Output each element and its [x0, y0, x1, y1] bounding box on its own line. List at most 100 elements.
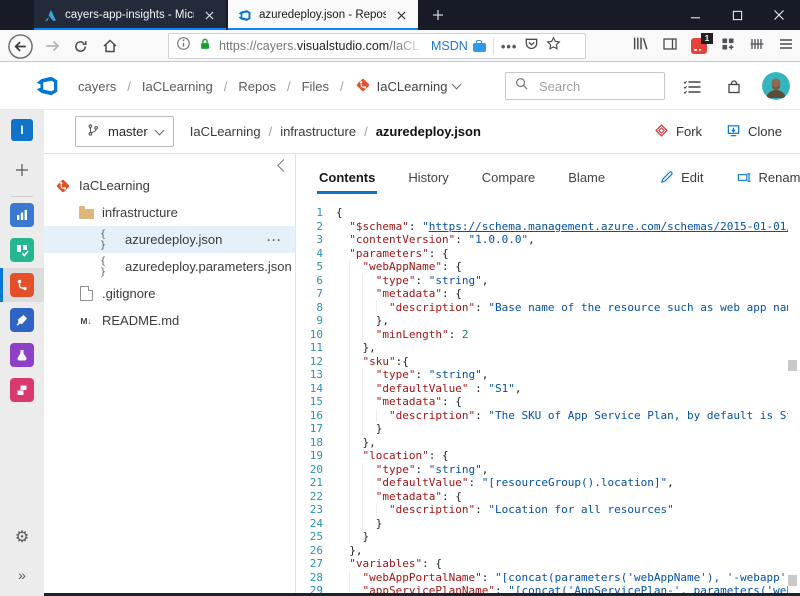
code-token: "string" — [428, 462, 482, 476]
tree-item-azuredeploy-parameters-json[interactable]: { } azuredeploy.parameters.json — [44, 253, 295, 280]
pocket-icon[interactable] — [524, 36, 539, 56]
tree-item--gitignore[interactable]: .gitignore — [44, 280, 295, 307]
code-token: " — [422, 219, 429, 233]
sidebar-item-boards[interactable] — [0, 233, 44, 267]
sidebar-item-test-plans[interactable] — [0, 338, 44, 372]
code-text: "variables": { — [336, 557, 442, 571]
repo-selector[interactable]: IaCLearning — [355, 77, 462, 96]
code-token: "type" — [375, 273, 416, 287]
extension-icon-red[interactable]: 1 — [691, 33, 713, 54]
clone-button[interactable]: Clone — [726, 123, 782, 141]
collapse-tree-icon[interactable] — [277, 159, 290, 172]
code-text: "webAppName": { — [336, 260, 462, 274]
project-tile[interactable]: I — [11, 119, 33, 141]
branch-selector[interactable]: master — [75, 116, 174, 147]
fork-button[interactable]: Fork — [654, 123, 702, 141]
bookmark-star-icon[interactable] — [546, 36, 562, 56]
line-number: 29 — [309, 584, 323, 593]
chevron-down-icon — [452, 79, 462, 90]
forward-button[interactable] — [38, 32, 66, 60]
back-button[interactable] — [6, 32, 34, 60]
path-segment[interactable]: IaCLearning — [190, 124, 261, 139]
sidebar-item-artifacts[interactable] — [0, 373, 44, 407]
schema-url-link[interactable]: https://schema.management.azure.com/sche… — [429, 220, 788, 233]
sidebar-item-overview[interactable] — [0, 198, 44, 232]
breadcrumb-item[interactable]: Repos — [238, 79, 276, 94]
line-number: 26 — [309, 543, 323, 557]
extension-icon-fence[interactable] — [749, 36, 765, 57]
menu-hamburger-icon[interactable] — [778, 36, 794, 57]
browser-tab-active[interactable]: azuredeploy.json - Repos — [228, 0, 418, 30]
rename-button[interactable]: Rename — [737, 170, 800, 185]
page-info-icon[interactable] — [176, 36, 191, 56]
breadcrumb-item[interactable]: IaCLearning — [142, 79, 213, 94]
code-token: : { — [422, 557, 442, 570]
marketplace-bag-icon[interactable] — [724, 77, 744, 97]
code-token: "type" — [375, 462, 416, 476]
tab-history[interactable]: History — [408, 170, 448, 185]
sidebar-item-repos[interactable] — [0, 268, 44, 302]
devops-sidebar: I ⚙ » — [0, 110, 44, 596]
edit-button[interactable]: Edit — [659, 170, 704, 185]
close-button[interactable] — [758, 0, 800, 30]
code-token: "appServicePlanName" — [362, 584, 495, 593]
add-button[interactable] — [15, 163, 29, 182]
markdown-icon: M↓ — [77, 316, 95, 326]
tab-close-icon[interactable] — [393, 7, 409, 23]
tab-contents[interactable]: Contents — [316, 170, 378, 194]
code-line: 17 } — [297, 422, 788, 436]
code-line: 18 }, — [297, 435, 788, 449]
code-token: } — [336, 422, 383, 435]
code-token: "string" — [428, 368, 482, 381]
indent-guide — [362, 273, 364, 287]
settings-gear-icon[interactable]: ⚙ — [0, 524, 44, 550]
scrollbar-bottom-block[interactable] — [788, 575, 797, 586]
work-items-icon[interactable] — [682, 77, 702, 97]
indent-guide — [349, 422, 351, 436]
tree-item-infrastructure[interactable]: infrastructure — [44, 199, 295, 226]
search-box[interactable] — [505, 72, 665, 100]
sidebar-panel-icon[interactable] — [662, 36, 678, 57]
tab-compare[interactable]: Compare — [482, 170, 535, 185]
https-lock-icon[interactable] — [198, 37, 212, 56]
sidebar-expand-icon[interactable]: » — [0, 564, 44, 586]
code-line: 15 "metadata": { — [297, 395, 788, 409]
tree-item-readme-md[interactable]: M↓ README.md — [44, 307, 295, 334]
new-tab-button[interactable] — [426, 3, 450, 27]
more-options-icon[interactable]: ··· — [267, 233, 295, 247]
search-input[interactable] — [537, 77, 656, 95]
extension-icon-grid[interactable] — [720, 36, 736, 57]
home-button[interactable] — [96, 32, 124, 60]
code-token: "type" — [375, 368, 416, 381]
indent-guide — [362, 314, 364, 328]
indent-guide — [349, 489, 351, 503]
browser-tab-inactive[interactable]: cayers-app-insights - Microsof — [34, 0, 226, 30]
code-line: 22 "metadata": { — [297, 489, 788, 503]
tree-item-iaclearning[interactable]: IaCLearning — [44, 172, 295, 199]
tab-close-icon[interactable] — [201, 7, 217, 23]
code-text: "type": "string", — [336, 368, 488, 382]
user-avatar[interactable] — [762, 72, 790, 100]
minimize-button[interactable] — [674, 0, 716, 30]
sidebar-item-pipelines[interactable] — [0, 303, 44, 337]
tab-blame[interactable]: Blame — [568, 170, 605, 185]
breadcrumb-item[interactable]: cayers — [78, 79, 116, 94]
vertical-scrollbar-thumb[interactable] — [788, 360, 797, 371]
code-line: 12 "sku":{ — [297, 354, 788, 368]
azure-devops-logo[interactable] — [34, 73, 60, 99]
reload-button[interactable] — [66, 32, 94, 60]
line-number: 13 — [309, 368, 323, 381]
repo-icon — [54, 178, 72, 194]
maximize-button[interactable] — [716, 0, 758, 30]
library-icon[interactable] — [632, 35, 649, 57]
msdn-indicator[interactable]: MSDN — [431, 39, 486, 53]
path-segment[interactable]: infrastructure — [280, 124, 356, 139]
page-actions-icon[interactable]: ••• — [501, 39, 518, 54]
tree-item-azuredeploy-json[interactable]: { } azuredeploy.json ··· — [44, 226, 295, 253]
breadcrumb-item[interactable]: Files — [302, 79, 329, 94]
line-number: 27 — [309, 557, 323, 570]
code-line: 27 "variables": { — [297, 557, 788, 571]
url-bar[interactable]: https://cayers.visualstudio.com/IaCL MSD… — [168, 33, 586, 59]
